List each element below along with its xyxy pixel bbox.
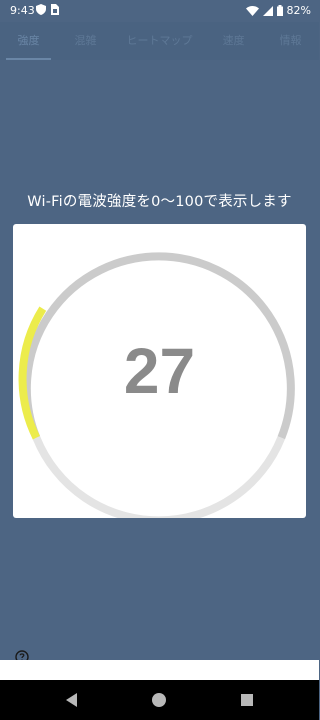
home-circle-icon[interactable] (151, 692, 167, 708)
shield-icon (36, 4, 46, 15)
cell-signal-icon (262, 5, 273, 16)
bottom-panel (0, 660, 319, 680)
tab-bar: 強度 混雑 ヒートマップ 速度 情報 (0, 22, 319, 60)
sim-card-icon (51, 4, 59, 15)
battery-percent: 82% (286, 4, 311, 17)
recents-square-icon[interactable] (239, 692, 255, 708)
signal-gauge-card: 27 (13, 224, 306, 518)
tab-speed[interactable]: 速度 (205, 22, 262, 60)
status-time: 9:43 (10, 4, 35, 17)
tab-heatmap[interactable]: ヒートマップ (114, 22, 205, 60)
status-indicators: 82% (245, 4, 311, 17)
wifi-icon (245, 5, 259, 16)
tab-info[interactable]: 情報 (262, 22, 319, 60)
gauge-track-lower (32, 436, 286, 518)
battery-icon (276, 5, 283, 16)
status-notifications (36, 4, 59, 15)
back-triangle-icon[interactable] (64, 692, 80, 708)
signal-strength-value: 27 (123, 335, 196, 407)
status-bar: 9:43 82% (0, 0, 319, 22)
navigation-bar (0, 680, 319, 720)
tab-strength[interactable]: 強度 (0, 22, 57, 60)
description-text: Wi-Fiの電波強度を0〜100で表示します (27, 194, 292, 210)
tab-congestion[interactable]: 混雑 (57, 22, 114, 60)
